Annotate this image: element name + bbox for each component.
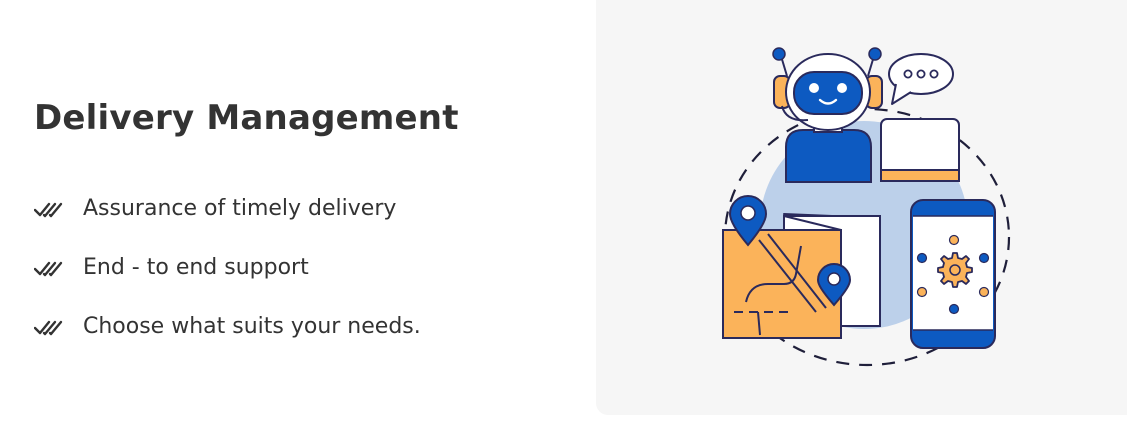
double-check-icon bbox=[34, 320, 63, 335]
chat-bubble-icon bbox=[888, 53, 954, 105]
feature-label: End - to end support bbox=[83, 255, 309, 280]
feature-label: Assurance of timely delivery bbox=[83, 196, 397, 221]
feature-item-timely-delivery: Assurance of timely delivery bbox=[34, 180, 421, 239]
feature-item-end-to-end-support: End - to end support bbox=[34, 239, 421, 298]
delivery-support-illustration bbox=[722, 47, 1011, 367]
feature-text-block: Delivery Management Assurance of timely … bbox=[34, 0, 574, 430]
feature-label: Choose what suits your needs. bbox=[83, 314, 421, 339]
robot-assistant-icon bbox=[772, 47, 883, 183]
illustration-panel bbox=[596, 0, 1127, 415]
section-title: Delivery Management bbox=[34, 98, 459, 138]
double-check-icon bbox=[34, 261, 63, 276]
laptop-icon bbox=[880, 118, 960, 182]
delivery-management-section: Delivery Management Assurance of timely … bbox=[0, 0, 1127, 430]
feature-list: Assurance of timely delivery End - to en… bbox=[34, 180, 421, 357]
double-check-icon bbox=[34, 202, 63, 217]
feature-item-choose-needs: Choose what suits your needs. bbox=[34, 298, 421, 357]
gear-icon bbox=[937, 252, 973, 288]
